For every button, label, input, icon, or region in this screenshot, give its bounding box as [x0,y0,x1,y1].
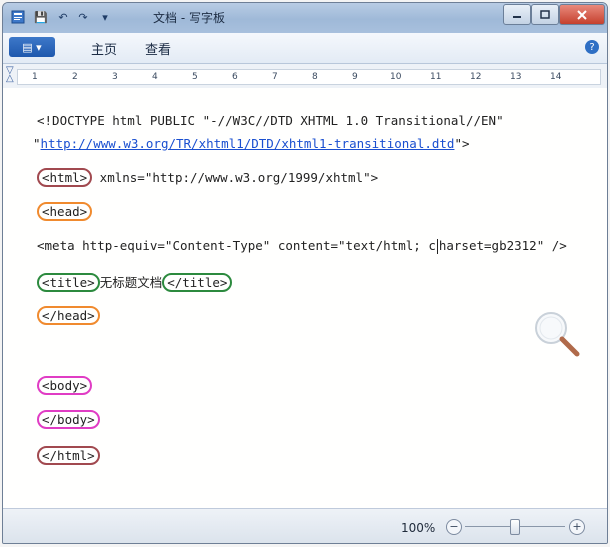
ruler-tick: 7 [272,72,278,82]
head-close-line: </head> [37,306,100,325]
head-open-tag-annotated: <head> [37,202,93,221]
ruler-tick: 9 [352,72,358,82]
doctype-end: "> [454,136,470,151]
ruler-tick: 10 [390,72,402,82]
html-xmlns-attr: xmlns="http://www.w3.org/1999/xhtml"> [92,170,379,185]
title-text: 无标题文档 [99,275,163,290]
text-cursor [436,239,438,254]
meta-text-a: <meta http-equiv="Content-Type" content=… [37,238,436,253]
ruler-tick: 12 [470,72,482,82]
ruler: ▽ △ 1 2 3 4 5 6 7 8 9 10 11 12 13 14 [3,64,607,89]
window-title: 文档 - 写字板 [153,11,225,25]
ruler-tick: 14 [550,72,562,82]
body-open-tag-annotated: <body> [37,376,93,395]
close-icon [577,9,587,20]
zoom-out-button[interactable]: − [446,519,462,535]
zoom-in-button[interactable]: + [569,519,585,535]
dtd-link[interactable]: http://www.w3.org/TR/xhtml1/DTD/xhtml1-t… [41,136,455,151]
ruler-tick: 8 [312,72,318,82]
body-open-line: <body> [37,376,93,395]
minimize-icon [513,15,521,18]
head-open-line: <head> [37,202,93,221]
status-bar: 100% − + [3,508,607,543]
ruler-tick: 11 [430,72,442,82]
title-close-tag-annotated: </title> [162,273,233,292]
doctype-url-line: "http://www.w3.org/TR/xhtml1/DTD/xhtml1-… [33,136,470,151]
tab-home[interactable]: 主页 [91,39,117,58]
ruler-tick: 1 [32,72,38,82]
zoom-slider-thumb[interactable] [510,519,520,535]
ruler-tick: 3 [112,72,118,82]
html-open-line: <html> xmlns="http://www.w3.org/1999/xht… [37,168,378,187]
body-close-line: </body> [37,410,100,429]
document-area[interactable]: <!DOCTYPE html PUBLIC "-//W3C//DTD XHTML… [3,88,607,508]
minimize-button[interactable] [503,4,531,25]
meta-text-b: harset=gb2312" /> [438,238,567,253]
ruler-strip: 1 2 3 4 5 6 7 8 9 10 11 12 13 14 [17,69,601,85]
html-close-line: </html> [37,446,100,465]
meta-line: <meta http-equiv="Content-Type" content=… [37,238,567,254]
customize-quick-access-icon[interactable]: ▾ [97,9,113,25]
head-close-tag-annotated: </head> [37,306,100,325]
title-line: <title> 无标题文档 </title> [37,272,233,292]
zoom-level: 100% [401,521,436,535]
wordpad-window: 💾 ↶ ↷ ▾ 文档 - 写字板 ▤ ▾ 主页 查看 ? ▽ △ 1 2 3 4 … [2,2,608,544]
html-close-tag-annotated: </html> [37,446,100,465]
help-icon[interactable]: ? [585,40,599,54]
ruler-tick: 2 [72,72,78,82]
html-open-tag-annotated: <html> [37,168,93,187]
ruler-tick: 5 [192,72,198,82]
close-button[interactable] [559,4,605,25]
maximize-icon [540,10,550,19]
indent-marker-icon[interactable]: ▽ △ [6,66,14,84]
tab-view[interactable]: 查看 [145,39,171,58]
ribbon: ▤ ▾ 主页 查看 ? [3,33,607,64]
maximize-button[interactable] [531,4,559,25]
ruler-tick: 4 [152,72,158,82]
undo-icon[interactable]: ↶ [55,9,71,25]
magnifier-icon [535,312,580,357]
ruler-tick: 6 [232,72,238,82]
save-icon[interactable]: 💾 [33,9,49,25]
title-open-tag-annotated: <title> [37,273,100,292]
ruler-tick: 13 [510,72,522,82]
file-menu-button[interactable]: ▤ ▾ [9,37,55,57]
title-bar: 💾 ↶ ↷ ▾ 文档 - 写字板 [3,3,607,33]
quote-mark: " [33,136,41,151]
doctype-line: <!DOCTYPE html PUBLIC "-//W3C//DTD XHTML… [37,113,504,128]
redo-icon[interactable]: ↷ [75,9,91,25]
app-icon[interactable] [9,9,27,25]
body-close-tag-annotated: </body> [37,410,100,429]
